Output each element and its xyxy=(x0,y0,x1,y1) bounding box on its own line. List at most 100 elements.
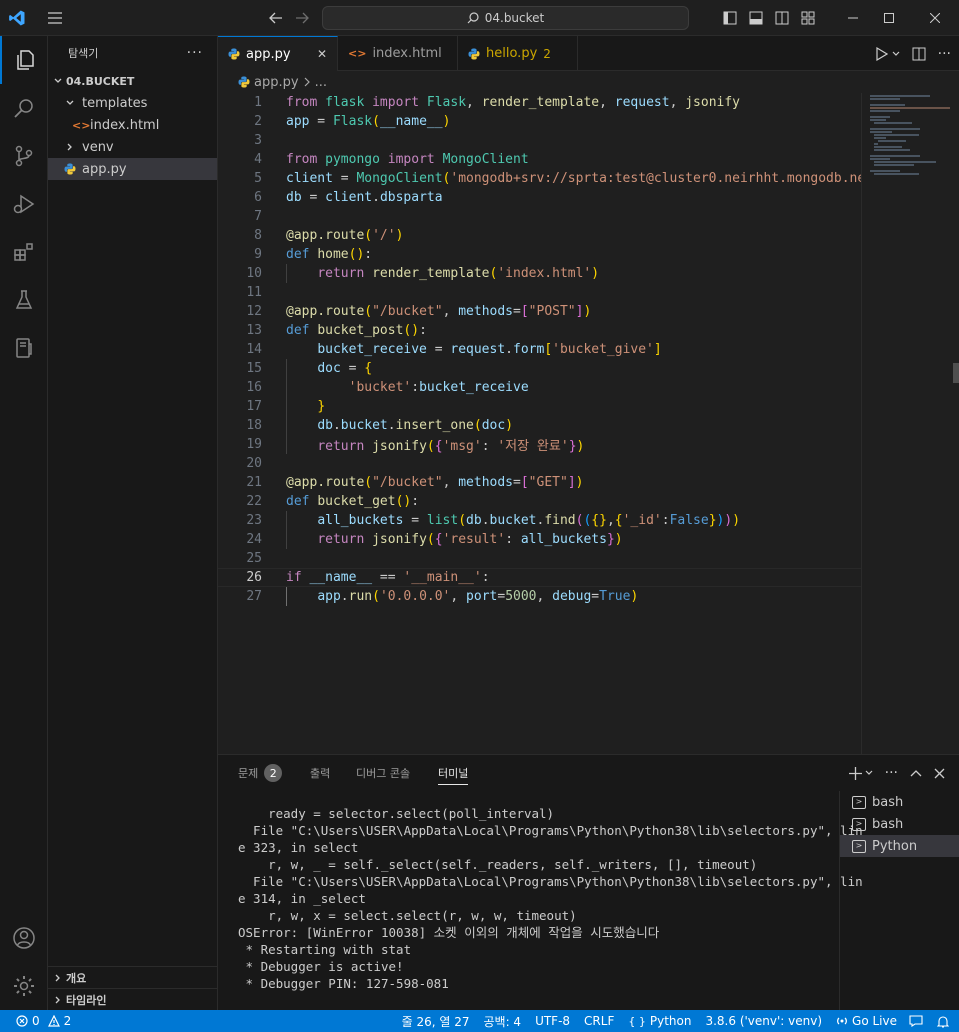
code-line[interactable]: 5 client = MongoClient('mongodb+srv://spr… xyxy=(218,169,873,188)
code-line[interactable]: 21 @app.route("/bucket", methods=["GET"]) xyxy=(218,473,861,492)
workspace-root[interactable]: 04.BUCKET xyxy=(48,70,217,92)
search-text: 04.bucket xyxy=(484,11,545,25)
problems-status[interactable]: 0 2 xyxy=(16,1010,71,1032)
tab-problems[interactable]: 문제 2 xyxy=(238,755,283,791)
code-line[interactable]: 7 xyxy=(218,207,861,226)
timeline-section[interactable]: 타임라인 xyxy=(48,988,217,1010)
cursor-position[interactable]: 줄 26, 열 27 xyxy=(402,1010,470,1032)
code-line[interactable]: 27 app.run('0.0.0.0', port=5000, debug=T… xyxy=(218,587,861,606)
back-arrow-icon[interactable] xyxy=(266,0,286,36)
code-line[interactable]: 1 from flask import Flask, render_templat… xyxy=(218,93,861,112)
tab-output[interactable]: 출력 xyxy=(310,755,330,791)
account-icon[interactable] xyxy=(0,914,48,962)
tab-app-py[interactable]: app.py ✕ xyxy=(218,36,338,71)
code-line[interactable]: 13 def bucket_post(): xyxy=(218,321,861,340)
split-editor-icon[interactable] xyxy=(912,47,926,61)
indentation-status[interactable]: 공백: 4 xyxy=(483,1010,521,1032)
close-window-icon[interactable] xyxy=(912,0,958,36)
menu-icon[interactable] xyxy=(42,0,68,36)
code-line[interactable]: 23 all_buckets = list(db.bucket.find(({}… xyxy=(218,511,861,530)
explorer-icon[interactable] xyxy=(0,36,48,84)
terminal-item-label: bash xyxy=(872,816,904,832)
code-line[interactable]: 25 xyxy=(218,549,861,568)
notifications-bell-icon[interactable] xyxy=(937,1010,949,1032)
toggle-secondary-sidebar-icon[interactable] xyxy=(772,0,792,36)
minimap[interactable] xyxy=(861,93,959,754)
editor-scrollbar[interactable] xyxy=(953,363,959,383)
breadcrumb-symbol[interactable]: ... xyxy=(315,75,327,90)
extensions-icon[interactable] xyxy=(0,228,48,276)
maximize-panel-icon[interactable] xyxy=(910,769,922,777)
search-view-icon[interactable] xyxy=(0,84,48,132)
run-debug-icon[interactable] xyxy=(0,180,48,228)
code-line[interactable]: 3 xyxy=(218,131,861,150)
go-live-button[interactable]: Go Live xyxy=(836,1010,897,1032)
code-line[interactable]: 9 def home(): xyxy=(218,245,861,264)
outline-section[interactable]: 개요 xyxy=(48,966,217,988)
settings-gear-icon[interactable] xyxy=(0,962,48,1010)
eol-status[interactable]: CRLF xyxy=(584,1010,614,1032)
code-line[interactable]: 15 doc = { xyxy=(218,359,861,378)
terminal-item-bash[interactable]: > bash xyxy=(840,791,959,813)
tab-terminal[interactable]: 터미널 xyxy=(438,755,469,791)
source-control-icon[interactable] xyxy=(0,132,48,180)
remote-explorer-icon[interactable] xyxy=(0,324,48,372)
code-line[interactable]: 4 from pymongo import MongoClient xyxy=(218,150,861,169)
code-line-current[interactable]: 26 if __name__ == '__main__': xyxy=(218,568,861,587)
breadcrumb-file[interactable]: app.py xyxy=(254,75,299,90)
tree-item-templates[interactable]: templates xyxy=(48,92,217,114)
search-icon xyxy=(467,12,479,24)
more-actions-icon[interactable]: ··· xyxy=(938,46,951,62)
maximize-icon[interactable] xyxy=(866,0,912,36)
testing-flask-icon[interactable] xyxy=(0,276,48,324)
toggle-panel-icon[interactable] xyxy=(746,0,766,36)
terminal-item-python[interactable]: > Python xyxy=(840,835,959,857)
editor-tab-bar: app.py ✕ <> index.html hello.py 2 ··· xyxy=(218,36,959,71)
code-line[interactable]: 22 def bucket_get(): xyxy=(218,492,861,511)
tab-index-html[interactable]: <> index.html xyxy=(338,36,458,71)
code-line[interactable]: 10 return render_template('index.html') xyxy=(218,264,861,283)
more-actions-icon[interactable]: ··· xyxy=(187,45,203,61)
code-line[interactable]: 14 bucket_receive = request.form['bucket… xyxy=(218,340,861,359)
tab-hello-py[interactable]: hello.py 2 xyxy=(458,36,578,71)
code-line[interactable]: 6 db = client.dbsparta xyxy=(218,188,861,207)
terminal-output[interactable]: ready = selector.select(poll_interval) F… xyxy=(238,805,863,992)
tree-item-index-html[interactable]: <> index.html xyxy=(48,114,217,136)
customize-layout-icon[interactable] xyxy=(798,0,818,36)
code-line[interactable]: 11 xyxy=(218,283,861,302)
tree-item-app-py[interactable]: app.py xyxy=(48,158,217,180)
more-actions-icon[interactable]: ··· xyxy=(885,765,898,781)
run-python-file-icon[interactable] xyxy=(876,46,900,61)
new-terminal-icon[interactable] xyxy=(848,766,873,780)
encoding-status[interactable]: UTF-8 xyxy=(535,1010,570,1032)
line-number: 10 xyxy=(246,266,262,281)
language-mode[interactable]: { } Python xyxy=(628,1010,691,1032)
close-panel-icon[interactable] xyxy=(934,768,945,779)
feedback-icon[interactable] xyxy=(909,1010,923,1032)
line-number: 15 xyxy=(246,361,262,376)
command-center-search[interactable]: 04.bucket xyxy=(322,6,689,30)
close-tab-icon[interactable]: ✕ xyxy=(317,47,327,61)
code-line[interactable]: 20 xyxy=(218,454,861,473)
tab-problem-count: 2 xyxy=(543,46,551,61)
code-editor[interactable]: 1 from flask import Flask, render_templat… xyxy=(218,93,959,754)
code-line[interactable]: 16 'bucket':bucket_receive xyxy=(218,378,861,397)
code-line[interactable]: 24 return jsonify({'result': all_buckets… xyxy=(218,530,861,549)
code-line[interactable]: 19 return jsonify({'msg': '저장 완료'}) xyxy=(218,435,861,454)
toggle-sidebar-icon[interactable] xyxy=(720,0,740,36)
line-number: 8 xyxy=(254,228,262,243)
forward-arrow-icon[interactable] xyxy=(292,0,312,36)
code-line[interactable]: 17 } xyxy=(218,397,861,416)
tree-item-venv[interactable]: venv xyxy=(48,136,217,158)
chevron-right-icon xyxy=(62,142,78,152)
python-interpreter[interactable]: 3.8.6 ('venv': venv) xyxy=(705,1010,822,1032)
problems-count-badge: 2 xyxy=(264,764,283,782)
code-line[interactable]: 18 db.bucket.insert_one(doc) xyxy=(218,416,861,435)
code-line[interactable]: 12 @app.route("/bucket", methods=["POST"]… xyxy=(218,302,861,321)
code-line[interactable]: 2 app = Flask(__name__) xyxy=(218,112,861,131)
tab-debug-console[interactable]: 디버그 콘솔 xyxy=(356,755,410,791)
code-line[interactable]: 8 @app.route('/') xyxy=(218,226,861,245)
line-number: 2 xyxy=(254,114,262,129)
explorer-header: 탐색기 ··· xyxy=(48,36,217,70)
terminal-item-bash[interactable]: > bash xyxy=(840,813,959,835)
